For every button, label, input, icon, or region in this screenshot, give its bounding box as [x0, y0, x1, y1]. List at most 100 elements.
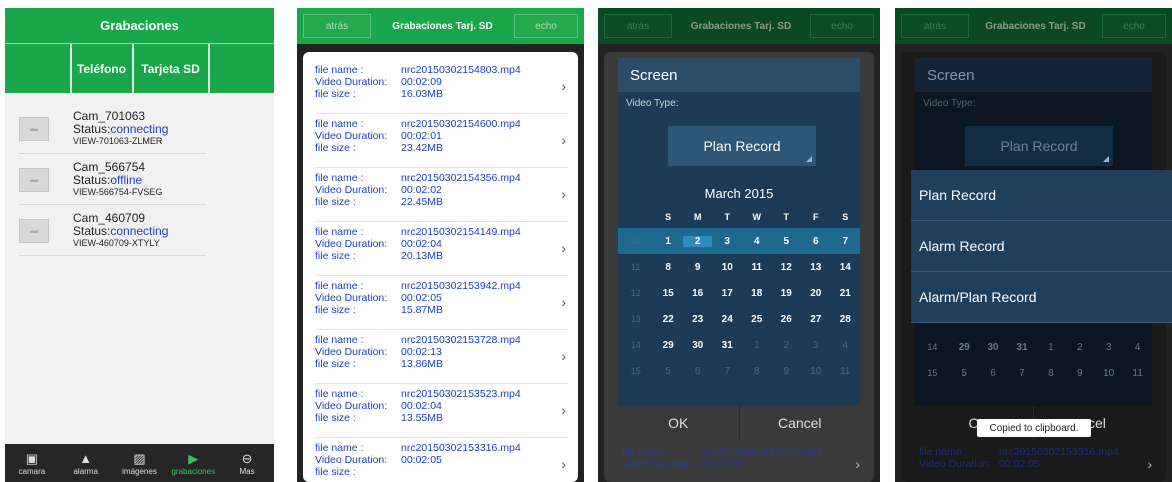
- list-item[interactable]: file name : nrc20150302154149.mp4 Video Du…: [315, 222, 568, 276]
- calendar-day[interactable]: 1: [742, 340, 772, 351]
- done-button[interactable]: echo: [810, 14, 874, 38]
- tab-tarjeta-sd[interactable]: Tarjeta SD: [131, 44, 210, 93]
- calendar-day[interactable]: 31: [712, 340, 742, 351]
- menu-item-alarm-record[interactable]: Alarm Record: [911, 221, 1172, 272]
- calendar-day[interactable]: 21: [831, 288, 861, 299]
- calendar-day[interactable]: 30: [979, 342, 1008, 353]
- menu-item-plan-record[interactable]: Plan Record: [911, 170, 1172, 221]
- done-button[interactable]: echo: [1102, 14, 1166, 38]
- menu-item-alarm-plan-record[interactable]: Alarm/Plan Record: [911, 272, 1172, 323]
- device-status: Status:connecting: [73, 225, 168, 238]
- calendar-day[interactable]: 10: [1094, 368, 1123, 379]
- nav-grabaciones[interactable]: ▶ grabaciones: [166, 444, 220, 482]
- calendar-day[interactable]: 5: [950, 368, 979, 379]
- nav-imgenes[interactable]: ▨ imágenes: [113, 444, 167, 482]
- list-item[interactable]: file name : nrc20150302153316.mp4 Video Du…: [315, 438, 568, 482]
- file-name-label: file name :: [315, 172, 364, 184]
- calendar-day[interactable]: 2: [771, 340, 801, 351]
- calendar-day[interactable]: 18: [742, 288, 772, 299]
- calendar-day[interactable]: 5: [771, 236, 801, 247]
- list-item[interactable]: file name : nrc20150302154356.mp4 Video Du…: [315, 168, 568, 222]
- week-number: 11: [631, 262, 641, 272]
- calendar-day[interactable]: 6: [683, 366, 713, 377]
- calendar-day[interactable]: 11: [742, 262, 772, 273]
- nav-mas[interactable]: ⊖ Mas: [220, 444, 274, 482]
- calendar-day[interactable]: 14: [831, 262, 861, 273]
- calendar-day[interactable]: 6: [801, 236, 831, 247]
- calendar-day[interactable]: 16: [683, 288, 713, 299]
- calendar-day[interactable]: 8: [653, 262, 683, 273]
- calendar-day[interactable]: 8: [1036, 368, 1065, 379]
- calendar-day[interactable]: 8: [742, 366, 772, 377]
- calendar-day[interactable]: 11: [831, 366, 861, 377]
- ok-button[interactable]: OK: [618, 406, 740, 440]
- video-type-select: Plan Record: [965, 126, 1113, 166]
- calendar-day[interactable]: 9: [683, 262, 713, 273]
- nav-camara[interactable]: ▣ camara: [5, 444, 59, 482]
- calendar-day[interactable]: 4: [831, 340, 861, 351]
- calendar-day[interactable]: 10: [801, 366, 831, 377]
- calendar-day[interactable]: 9: [771, 366, 801, 377]
- back-button[interactable]: atrás: [303, 14, 371, 38]
- list-item[interactable]: file name : nrc20150302154803.mp4 Video Du…: [315, 60, 568, 114]
- calendar-day[interactable]: 7: [712, 366, 742, 377]
- calendar-day[interactable]: 19: [771, 288, 801, 299]
- calendar-day[interactable]: 25: [742, 314, 772, 325]
- done-button[interactable]: echo: [514, 14, 578, 38]
- calendar-day[interactable]: 4: [1123, 342, 1152, 353]
- video-type-select[interactable]: Plan Record: [668, 126, 816, 166]
- calendar-day[interactable]: 7: [1008, 368, 1037, 379]
- list-item[interactable]: file name : nrc20150302153728.mp4 Video Du…: [315, 330, 568, 384]
- calendar-day[interactable]: 2: [1065, 342, 1094, 353]
- calendar-day[interactable]: 3: [1094, 342, 1123, 353]
- device-row[interactable]: ▬ Cam_566754 Status:offline VIEW-566754-FVS…: [5, 154, 274, 205]
- calendar-day[interactable]: 3: [801, 340, 831, 351]
- calendar-day[interactable]: 1: [653, 236, 683, 247]
- calendar-day[interactable]: 11: [1123, 368, 1152, 379]
- calendar-day[interactable]: 3: [712, 236, 742, 247]
- calendar-day[interactable]: 29: [653, 340, 683, 351]
- list-item[interactable]: file name : nrc20150302153942.mp4 Video Du…: [315, 276, 568, 330]
- calendar-day[interactable]: 6: [979, 368, 1008, 379]
- calendar-day[interactable]: 30: [683, 340, 713, 351]
- calendar-day[interactable]: 13: [801, 262, 831, 273]
- calendar-day[interactable]: 4: [742, 236, 772, 247]
- nav-label: alarma: [73, 466, 98, 476]
- cancel-button[interactable]: Cancel: [740, 406, 861, 440]
- calendar-day[interactable]: 7: [831, 236, 861, 247]
- calendar-day[interactable]: 29: [950, 342, 979, 353]
- calendar-day[interactable]: 24: [712, 314, 742, 325]
- calendar-day[interactable]: 17: [712, 288, 742, 299]
- duration-value: 00:02:13: [401, 346, 442, 358]
- calendar-day[interactable]: 20: [801, 288, 831, 299]
- calendar-day[interactable]: 12: [771, 262, 801, 273]
- calendar-day[interactable]: 22: [653, 314, 683, 325]
- calendar-day[interactable]: 15: [653, 288, 683, 299]
- calendar-day[interactable]: 28: [831, 314, 861, 325]
- back-button[interactable]: atrás: [604, 14, 672, 38]
- calendar-day[interactable]: 5: [653, 366, 683, 377]
- device-row[interactable]: ▬ Cam_460709 Status:connecting VIEW-460709-…: [5, 205, 274, 256]
- calendar-day[interactable]: 31: [1008, 342, 1037, 353]
- calendar-day[interactable]: 23: [683, 314, 713, 325]
- device-row[interactable]: ▬ Cam_701063 Status:connecting VIEW-701063-…: [5, 103, 274, 154]
- calendar-week: 15 5 6 7 8 9 10 11: [618, 358, 860, 384]
- nav-alarma[interactable]: ▲ alarma: [59, 444, 113, 482]
- calendar-day[interactable]: 2: [682, 235, 713, 247]
- calendar-day[interactable]: 1: [1036, 342, 1065, 353]
- chevron-right-icon: ›: [561, 456, 566, 472]
- list-item[interactable]: file name : nrc20150302154600.mp4 Video Du…: [315, 114, 568, 168]
- bell-icon: ▲: [79, 450, 93, 466]
- calendar-day[interactable]: 9: [1065, 368, 1094, 379]
- tab-telefono[interactable]: Teléfono: [69, 44, 132, 93]
- weekday-label: S: [842, 212, 849, 222]
- week-number: 14: [630, 340, 641, 350]
- device-status: Status:offline: [73, 174, 162, 187]
- calendar-day[interactable]: 26: [771, 314, 801, 325]
- calendar-day[interactable]: 27: [801, 314, 831, 325]
- calendar-day[interactable]: 10: [712, 262, 742, 273]
- duration-label: Video Duration:: [315, 184, 388, 196]
- list-item[interactable]: file name : nrc20150302153523.mp4 Video Du…: [315, 384, 568, 438]
- week-number: 10: [630, 236, 641, 246]
- back-button[interactable]: atrás: [901, 14, 969, 38]
